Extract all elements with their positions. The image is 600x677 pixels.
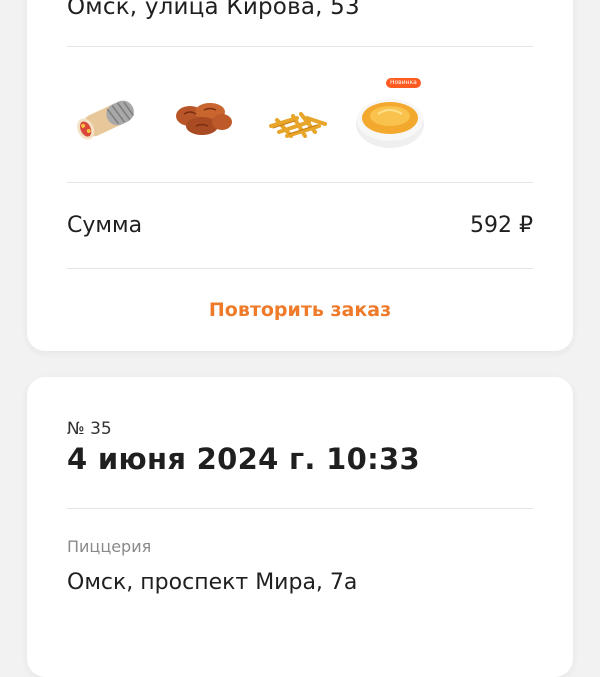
repeat-order-button[interactable]: Повторить заказ bbox=[67, 290, 533, 330]
sum-label: Сумма bbox=[67, 213, 143, 238]
fries-icon bbox=[257, 78, 337, 158]
new-badge: Новинка bbox=[386, 78, 421, 88]
divider bbox=[67, 182, 533, 183]
order-card[interactable]: № 35 4 июня 2024 г. 10:33 Пиццерия Омск,… bbox=[27, 377, 573, 677]
pizzeria-address: Омск, улица Кирова, 53 bbox=[67, 0, 360, 20]
order-number: № 35 bbox=[67, 419, 112, 439]
cheese-sauce-icon: Новинка bbox=[352, 78, 432, 158]
divider bbox=[67, 46, 533, 47]
divider bbox=[67, 508, 533, 509]
sum-value: 592 ₽ bbox=[470, 213, 533, 238]
order-items-row: Новинка bbox=[67, 78, 487, 158]
roll-icon bbox=[67, 78, 147, 158]
place-type-label: Пиццерия bbox=[67, 537, 152, 556]
order-datetime: 4 июня 2024 г. 10:33 bbox=[67, 442, 420, 476]
divider bbox=[67, 268, 533, 269]
chicken-wings-icon bbox=[162, 78, 242, 158]
order-card-previous: Омск, улица Кирова, 53 Новинка Сумма 592… bbox=[27, 0, 573, 351]
pizzeria-address: Омск, проспект Мира, 7а bbox=[67, 570, 358, 595]
